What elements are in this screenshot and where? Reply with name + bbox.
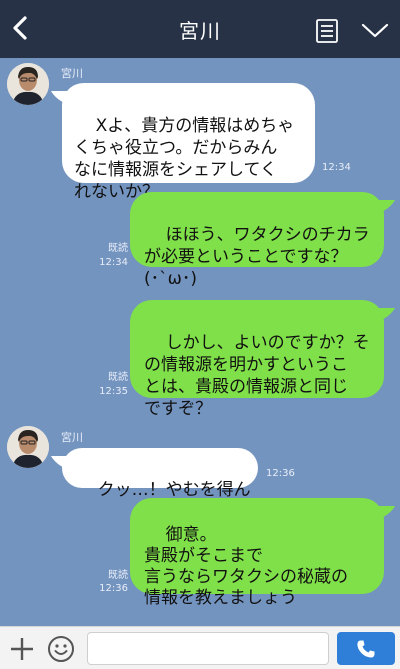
message-time: 12:34 [99, 257, 128, 268]
message-bubble-incoming[interactable]: Xよ、貴方の情報はめちゃ くちゃ役立つ。だからみん なに情報源をシェアしてく れ… [62, 83, 315, 202]
note-list-icon[interactable] [316, 19, 338, 43]
message-time: 12:34 [322, 162, 351, 173]
chat-title: 宮川 [179, 19, 221, 43]
message-text: しかし、よいのですか？そ の情報源を明かすというこ とは、貴殿の情報源と同じ で… [144, 333, 370, 419]
message-text: 御意。 貴殿がそこまで 言うならワタクシの秘蔵の 情報を教えましょう [144, 525, 348, 608]
message-input[interactable] [87, 632, 329, 665]
message-text: クッ…！やむを得ん [97, 480, 251, 500]
message-time: 12:35 [99, 386, 128, 397]
chat-header: 宮川 [0, 0, 400, 58]
message-bubble-outgoing[interactable]: ほほう、ワタクシのチカラ が必要ということですな？ (･`ω･) [130, 192, 384, 289]
message-text: Xよ、貴方の情報はめちゃ くちゃ役立つ。だからみん なに情報源をシェアしてく れ… [74, 116, 295, 202]
read-receipt: 既読 [108, 243, 128, 254]
smiley-icon[interactable] [47, 635, 75, 663]
message-time: 12:36 [266, 468, 295, 479]
message-time: 12:36 [99, 583, 128, 594]
message-bubble-outgoing[interactable]: 御意。 貴殿がそこまで 言うならワタクシの秘蔵の 情報を教えましょう [130, 498, 384, 608]
avatar[interactable] [7, 63, 49, 105]
read-receipt: 既読 [108, 372, 128, 383]
message-list[interactable]: 宮川 Xよ、貴方の情報はめちゃ くちゃ役立つ。だからみん なに情報源をシェアして… [0, 58, 400, 626]
read-receipt: 既読 [108, 570, 128, 581]
call-button[interactable] [337, 632, 395, 665]
phone-icon [357, 640, 375, 658]
message-text: ほほう、ワタクシのチカラ が必要ということですな？ (･`ω･) [144, 225, 370, 289]
plus-icon[interactable] [9, 636, 35, 662]
message-bubble-outgoing[interactable]: しかし、よいのですか？そ の情報源を明かすというこ とは、貴殿の情報源と同じ で… [130, 300, 384, 419]
sender-name: 宮川 [61, 431, 83, 444]
chevron-down-icon[interactable] [360, 20, 390, 40]
avatar[interactable] [7, 426, 49, 468]
sender-name: 宮川 [61, 67, 83, 80]
message-bubble-incoming[interactable]: クッ…！やむを得ん [62, 448, 258, 500]
compose-bar [0, 626, 400, 669]
